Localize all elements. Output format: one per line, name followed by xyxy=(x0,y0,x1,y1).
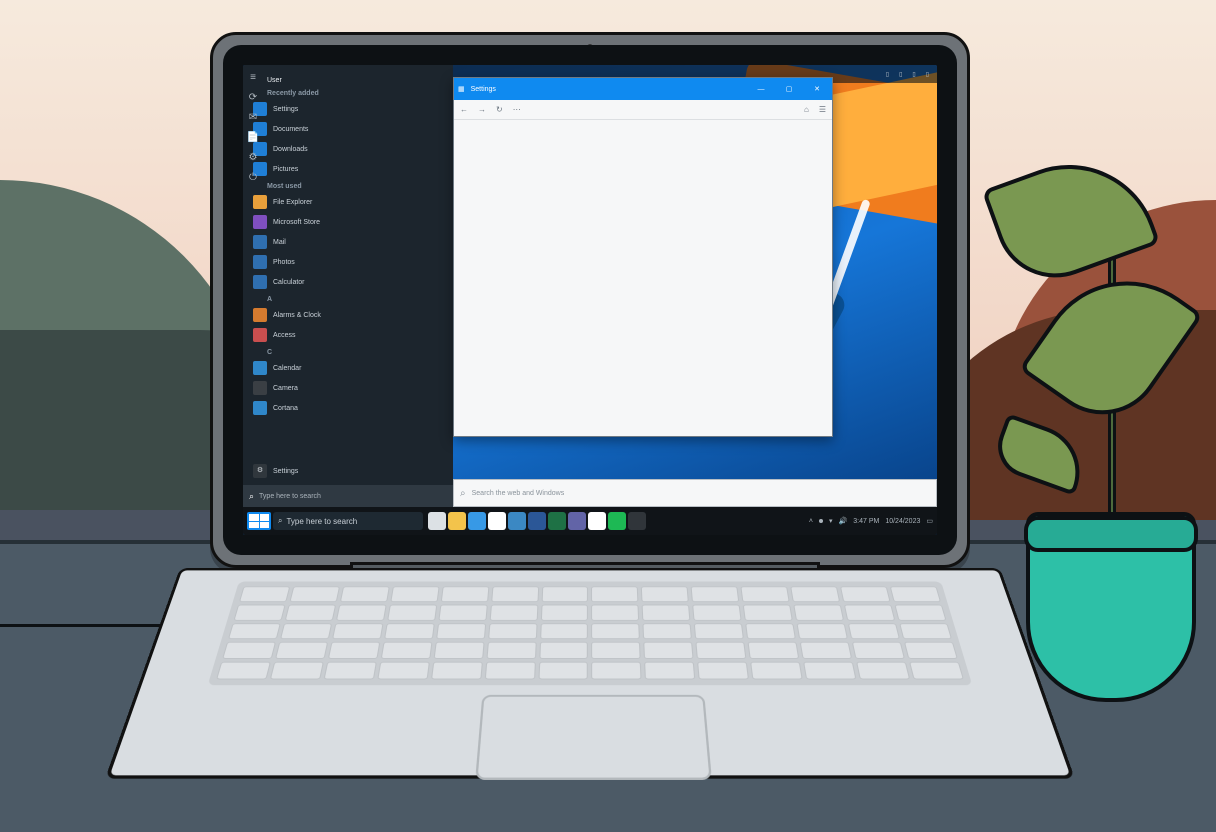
start-section: C xyxy=(243,345,453,358)
app-icon: ▦ xyxy=(458,85,465,93)
start-search-placeholder: Type here to search xyxy=(259,493,321,500)
window-title: Settings xyxy=(471,86,744,93)
start-app-item[interactable]: Camera xyxy=(243,378,453,398)
taskbar-explorer-icon[interactable] xyxy=(448,512,466,530)
start-app-item[interactable]: Mail xyxy=(243,232,453,252)
search-icon: ⌕ xyxy=(249,491,254,502)
tray-notifications-icon[interactable]: ▭ xyxy=(926,517,933,525)
start-app-item[interactable]: Calendar xyxy=(243,358,453,378)
app-label: Downloads xyxy=(273,146,308,153)
search-icon: ⌕ xyxy=(460,488,466,499)
taskbar-store-icon[interactable] xyxy=(488,512,506,530)
nav-refresh-button[interactable]: ↻ xyxy=(496,105,503,114)
start-app-item[interactable]: Alarms & Clock xyxy=(243,305,453,325)
rail-settings-icon[interactable]: ⚙ xyxy=(246,151,260,165)
app-label: Documents xyxy=(273,126,308,133)
app-label: Cortana xyxy=(273,405,298,412)
start-search[interactable]: ⌕ Type here to search xyxy=(243,485,453,507)
start-rail: ≡ ⟳ ✉ 📄 ⚙ ⏻ xyxy=(243,65,263,507)
app-label: Calculator xyxy=(273,279,305,286)
start-app-item[interactable]: Documents xyxy=(243,119,453,139)
keyboard xyxy=(208,582,973,686)
app-label: Photos xyxy=(273,259,295,266)
app-label: Camera xyxy=(273,385,298,392)
taskbar-task-view-icon[interactable] xyxy=(428,512,446,530)
strip-icon: ▯ xyxy=(886,71,889,78)
start-footer-settings[interactable]: ⚙ Settings xyxy=(243,461,453,481)
trackpad xyxy=(475,695,712,780)
taskbar-search-text: Type here to search xyxy=(286,517,357,526)
start-app-item[interactable]: File Explorer xyxy=(243,192,453,212)
start-app-item[interactable]: Photos xyxy=(243,252,453,272)
laptop-screen: ▯ ▯ ▯ ▯ ≡ ⟳ ✉ 📄 ⚙ ⏻ User Recently added S… xyxy=(210,32,970,568)
taskbar-chrome-icon[interactable] xyxy=(588,512,606,530)
taskbar-mail-icon[interactable] xyxy=(508,512,526,530)
app-label: Microsoft Store xyxy=(273,219,320,226)
rail-mail-icon[interactable]: ✉ xyxy=(246,111,260,125)
start-app-item[interactable]: Cortana xyxy=(243,398,453,418)
nav-more-button[interactable]: ⋯ xyxy=(513,105,521,114)
tray-date: 10/24/2023 xyxy=(885,518,920,525)
start-user: User xyxy=(243,73,453,86)
start-section: Most used xyxy=(243,179,453,192)
app-label: Alarms & Clock xyxy=(273,312,321,319)
taskbar-word-icon[interactable] xyxy=(528,512,546,530)
tray-volume-icon[interactable]: 🔊 xyxy=(839,517,848,525)
minimize-button[interactable]: — xyxy=(750,86,772,93)
address-bar[interactable]: ⌕ Search the web and Windows xyxy=(453,479,937,507)
nav-back-button[interactable]: ← xyxy=(460,105,468,114)
app-label: Pictures xyxy=(273,166,298,173)
taskbar-excel-icon[interactable] xyxy=(548,512,566,530)
start-app-item[interactable]: Microsoft Store xyxy=(243,212,453,232)
tray-network-icon[interactable]: ▾ xyxy=(829,517,833,525)
taskbar-terminal-icon[interactable] xyxy=(628,512,646,530)
plant-pot xyxy=(1026,512,1196,702)
nav-home-button[interactable]: ⌂ xyxy=(804,105,809,114)
taskbar-search[interactable]: ⌕ Type here to search xyxy=(273,512,423,530)
system-tray[interactable]: ˄ ▾ 🔊 3:47 PM 10/24/2023 ▭ xyxy=(809,517,933,525)
address-placeholder: Search the web and Windows xyxy=(472,490,565,497)
start-section: Recently added xyxy=(243,86,453,99)
strip-icon: ▯ xyxy=(912,71,915,78)
app-label: File Explorer xyxy=(273,199,312,206)
app-label: Access xyxy=(273,332,296,339)
close-button[interactable]: ✕ xyxy=(806,85,828,93)
start-app-item[interactable]: Pictures xyxy=(243,159,453,179)
window-toolbar: ← → ↻ ⋯ ⌂ ☰ xyxy=(454,100,832,120)
start-button[interactable] xyxy=(247,512,271,530)
app-label: Settings xyxy=(273,106,298,113)
search-icon: ⌕ xyxy=(278,516,282,526)
app-label: Mail xyxy=(273,239,286,246)
rail-power-icon[interactable]: ⏻ xyxy=(246,171,260,185)
rail-menu-icon[interactable]: ≡ xyxy=(246,71,260,85)
strip-icon: ▯ xyxy=(926,71,929,78)
rail-documents-icon[interactable]: 📄 xyxy=(246,131,260,145)
laptop: ▯ ▯ ▯ ▯ ≡ ⟳ ✉ 📄 ⚙ ⏻ User Recently added S… xyxy=(180,32,1000,792)
settings-window[interactable]: ▦ Settings — ▢ ✕ ← → ↻ ⋯ ⌂ ☰ xyxy=(453,77,833,437)
start-app-item[interactable]: Calculator xyxy=(243,272,453,292)
window-titlebar[interactable]: ▦ Settings — ▢ ✕ xyxy=(454,78,832,100)
start-app-item[interactable]: Downloads xyxy=(243,139,453,159)
desktop[interactable]: ▯ ▯ ▯ ▯ ≡ ⟳ ✉ 📄 ⚙ ⏻ User Recently added S… xyxy=(243,65,937,535)
start-footer-label: Settings xyxy=(273,468,298,475)
laptop-body xyxy=(105,568,1075,779)
maximize-button[interactable]: ▢ xyxy=(778,85,800,93)
start-app-item[interactable]: Settings xyxy=(243,99,453,119)
app-label: Calendar xyxy=(273,365,301,372)
nav-forward-button[interactable]: → xyxy=(478,105,486,114)
tray-chevron-icon[interactable]: ˄ xyxy=(809,518,813,525)
nav-menu-button[interactable]: ☰ xyxy=(819,105,826,114)
start-menu[interactable]: ≡ ⟳ ✉ 📄 ⚙ ⏻ User Recently added Settings D… xyxy=(243,65,453,507)
gear-icon: ⚙ xyxy=(253,464,267,478)
rail-recent-icon[interactable]: ⟳ xyxy=(246,91,260,105)
taskbar-teams-icon[interactable] xyxy=(568,512,586,530)
taskbar-spotify-icon[interactable] xyxy=(608,512,626,530)
strip-icon: ▯ xyxy=(899,71,902,78)
tray-dot xyxy=(819,519,823,523)
start-app-item[interactable]: Access xyxy=(243,325,453,345)
taskbar[interactable]: ⌕ Type here to search ˄ ▾ 🔊 3:47 PM 10/2… xyxy=(243,507,937,535)
start-section: A xyxy=(243,292,453,305)
tray-clock[interactable]: 3:47 PM xyxy=(853,518,879,525)
taskbar-edge-icon[interactable] xyxy=(468,512,486,530)
